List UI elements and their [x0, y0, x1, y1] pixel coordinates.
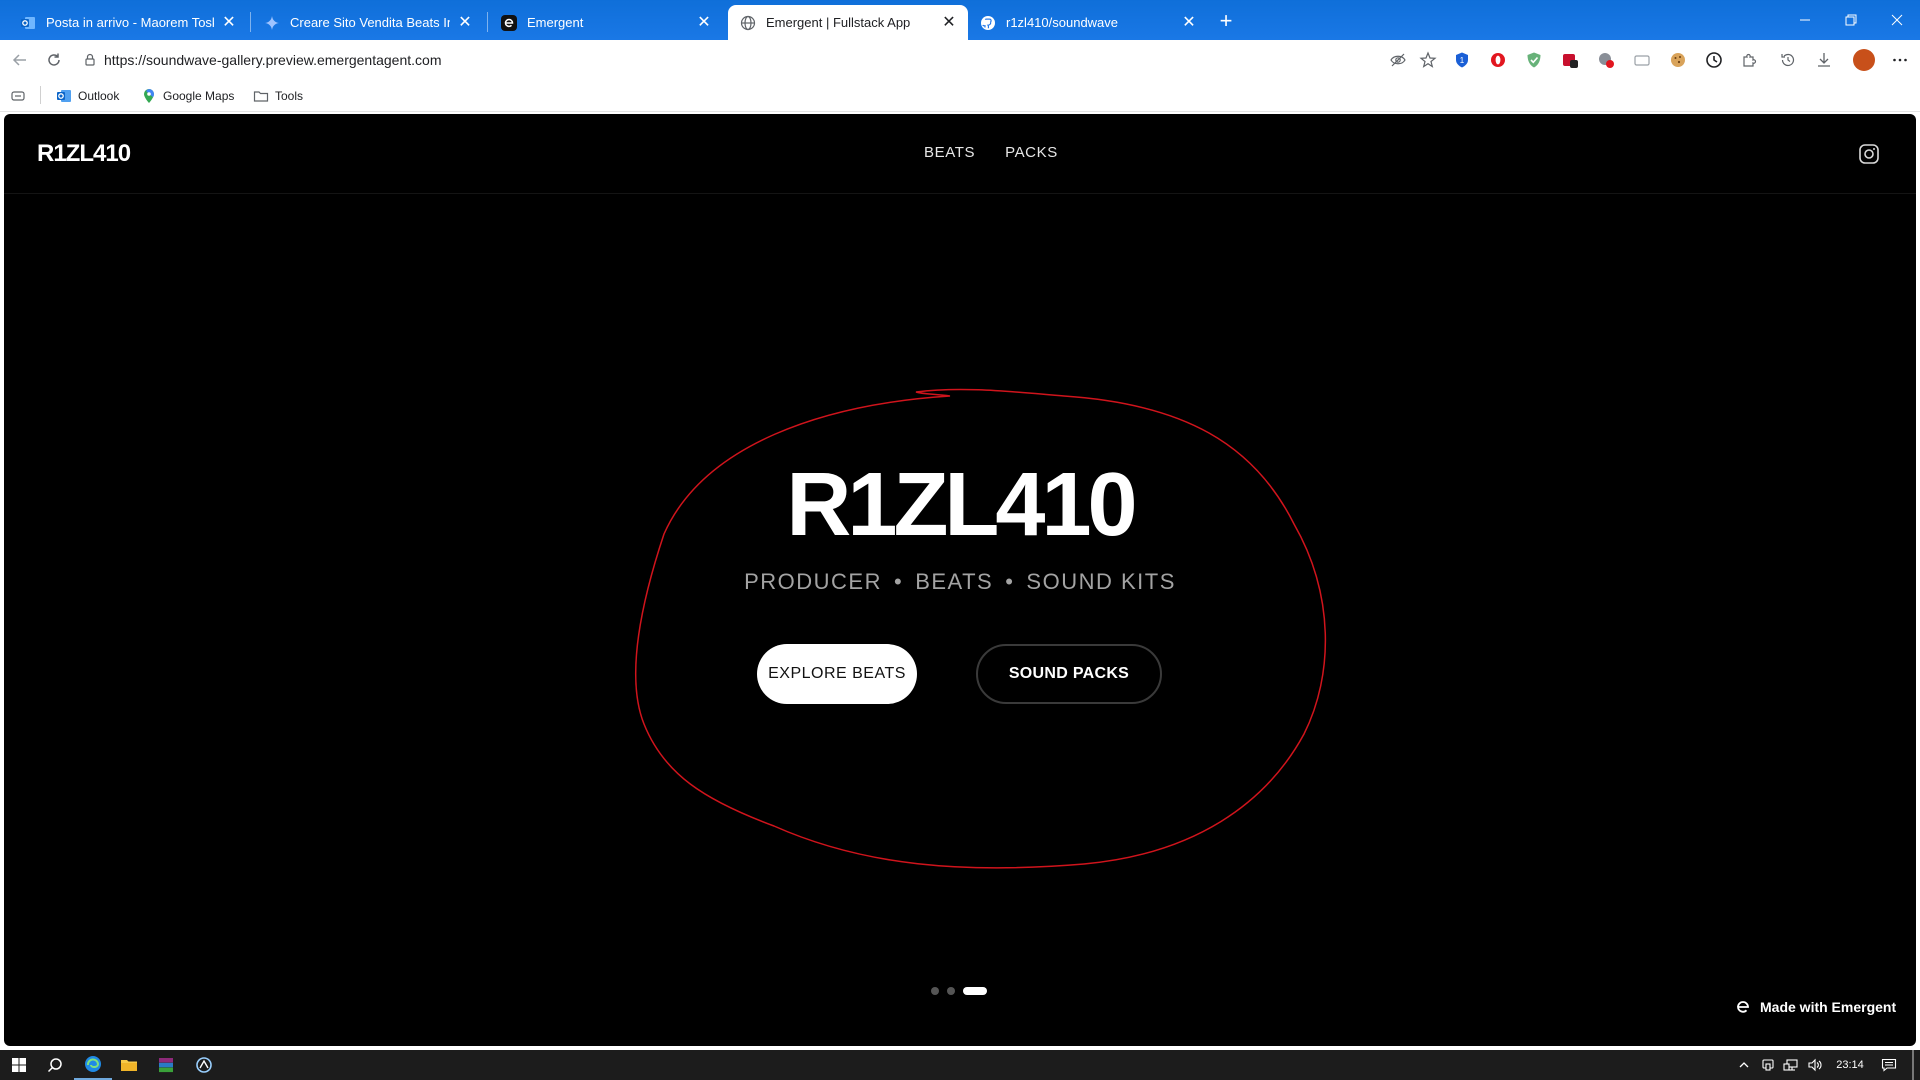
browser-toolbar: 1	[0, 40, 1920, 80]
carousel-dot[interactable]	[947, 987, 955, 995]
tab-divider	[487, 12, 488, 32]
shield-extension-icon[interactable]: 1	[1452, 50, 1472, 70]
tab-title: Emergent	[527, 15, 584, 30]
site-header: R1ZL410 BEATS PACKS	[4, 114, 1916, 194]
red-extension-icon[interactable]	[1560, 50, 1580, 70]
main-nav: BEATS PACKS	[924, 144, 1058, 161]
restore-button[interactable]	[1828, 0, 1874, 40]
outlook-icon	[20, 15, 36, 31]
bookmark-divider	[40, 86, 41, 104]
favorite-star-icon[interactable]	[1418, 50, 1438, 70]
tab-title: r1zl410/soundwave	[1006, 15, 1119, 30]
close-window-button[interactable]	[1874, 0, 1920, 40]
cookie-extension-icon[interactable]	[1668, 50, 1688, 70]
close-icon[interactable]: ✕	[695, 14, 713, 32]
emergent-logo-icon	[1737, 1001, 1749, 1013]
bookmark-folder-tools[interactable]: Tools	[253, 86, 303, 106]
nav-link-packs[interactable]: PACKS	[1005, 144, 1058, 161]
back-button[interactable]	[8, 48, 32, 72]
carousel-dot[interactable]	[931, 987, 939, 995]
volume-icon[interactable]	[1804, 1050, 1826, 1080]
tracking-prevention-icon[interactable]	[1388, 50, 1408, 70]
bookmark-label: Outlook	[78, 89, 120, 103]
edge-taskbar-icon[interactable]	[74, 1050, 112, 1080]
tab-fullstack-app[interactable]: Emergent | Fullstack App ✕	[728, 5, 968, 40]
outlook-icon	[56, 88, 72, 104]
close-icon[interactable]: ✕	[456, 14, 474, 32]
network-icon[interactable]	[1780, 1050, 1802, 1080]
history-icon[interactable]	[1778, 50, 1798, 70]
close-icon[interactable]: ✕	[1180, 14, 1198, 32]
carousel-dot-active[interactable]	[963, 987, 987, 995]
notifications-icon[interactable]	[1878, 1050, 1900, 1080]
made-with-emergent-badge[interactable]: Made with Emergent	[1734, 998, 1896, 1016]
bookmark-label: Tools	[275, 89, 304, 103]
tab-title: Emergent | Fullstack App	[766, 15, 911, 30]
url-input[interactable]	[104, 48, 1304, 72]
close-icon[interactable]: ✕	[940, 14, 958, 32]
close-icon[interactable]: ✕	[220, 14, 238, 32]
instagram-icon[interactable]	[1858, 143, 1880, 165]
minimize-button[interactable]	[1782, 0, 1828, 40]
page-viewport: R1ZL410 BEATS PACKS R1ZL410 PRODUCER • BEA…	[4, 114, 1916, 1046]
subtitle-separator: •	[1005, 569, 1015, 594]
show-desktop-button[interactable]	[1912, 1050, 1914, 1080]
profile-avatar[interactable]	[1852, 48, 1876, 72]
tab-gemini[interactable]: Creare Sito Vendita Beats Indipend ✕	[252, 5, 484, 40]
svg-text:1: 1	[1460, 56, 1465, 65]
clock[interactable]: 23:14	[1830, 1050, 1870, 1080]
globe-icon	[740, 15, 756, 31]
hero-title: R1ZL410	[786, 455, 1137, 555]
new-tab-button[interactable]: +	[1213, 8, 1239, 34]
clock-extension-icon[interactable]	[1704, 50, 1724, 70]
subtitle-item: SOUND KITS	[1026, 569, 1176, 594]
card-extension-icon[interactable]	[1632, 50, 1652, 70]
winrar-icon[interactable]	[147, 1050, 185, 1080]
downloads-icon[interactable]	[1814, 50, 1834, 70]
app-taskbar-icon[interactable]	[185, 1050, 223, 1080]
tab-divider	[250, 12, 251, 32]
nav-link-beats[interactable]: BEATS	[924, 144, 975, 161]
browser-tabstrip: Posta in arrivo - Maorem Tosku - O ✕ Cre…	[0, 0, 1920, 40]
folder-icon	[253, 88, 269, 104]
opera-extension-icon[interactable]	[1488, 50, 1508, 70]
subtitle-separator: •	[894, 569, 904, 594]
reload-button[interactable]	[42, 48, 66, 72]
tab-emergent[interactable]: Emergent ✕	[489, 5, 723, 40]
bookmarks-bar: Outlook Google Maps Tools	[0, 80, 1920, 112]
bookmark-google-maps[interactable]: Google Maps	[141, 86, 234, 106]
bookmarks-toggle-icon[interactable]	[10, 86, 26, 106]
sound-packs-button[interactable]: SOUND PACKS	[976, 644, 1162, 704]
address-bar[interactable]	[76, 45, 1432, 75]
bookmark-outlook[interactable]: Outlook	[56, 86, 119, 106]
chevron-up-icon[interactable]	[1734, 1050, 1754, 1080]
adguard-extension-icon[interactable]	[1524, 50, 1544, 70]
emergent-icon	[501, 14, 517, 31]
search-icon[interactable]	[36, 1050, 74, 1080]
subtitle-item: BEATS	[915, 569, 994, 594]
tab-github[interactable]: r1zl410/soundwave ✕	[968, 5, 1208, 40]
gemini-icon	[264, 15, 280, 31]
start-button[interactable]	[0, 1050, 38, 1080]
tab-title: Creare Sito Vendita Beats Indipend	[290, 15, 450, 30]
github-icon	[980, 15, 996, 31]
maps-pin-icon	[141, 88, 157, 104]
file-explorer-icon[interactable]	[110, 1050, 148, 1080]
carousel-indicators	[931, 987, 987, 995]
hero-subtitle: PRODUCER • BEATS • SOUND KITS	[4, 569, 1916, 595]
bookmark-label: Google Maps	[163, 89, 235, 103]
extensions-puzzle-icon[interactable]	[1740, 50, 1760, 70]
site-logo[interactable]: R1ZL410	[37, 140, 131, 168]
tab-outlook[interactable]: Posta in arrivo - Maorem Tosku - O ✕	[8, 5, 248, 40]
windows-taskbar: 23:14	[0, 1050, 1920, 1080]
explore-beats-button[interactable]: EXPLORE BEATS	[757, 644, 917, 704]
recorder-extension-icon[interactable]	[1596, 50, 1616, 70]
more-menu-icon[interactable]	[1890, 50, 1910, 70]
subtitle-item: PRODUCER	[744, 569, 882, 594]
site-info-icon[interactable]	[76, 53, 104, 67]
device-tray-icon[interactable]	[1758, 1050, 1778, 1080]
tab-title: Posta in arrivo - Maorem Tosku - O	[46, 15, 214, 30]
badge-label: Made with Emergent	[1760, 999, 1897, 1015]
